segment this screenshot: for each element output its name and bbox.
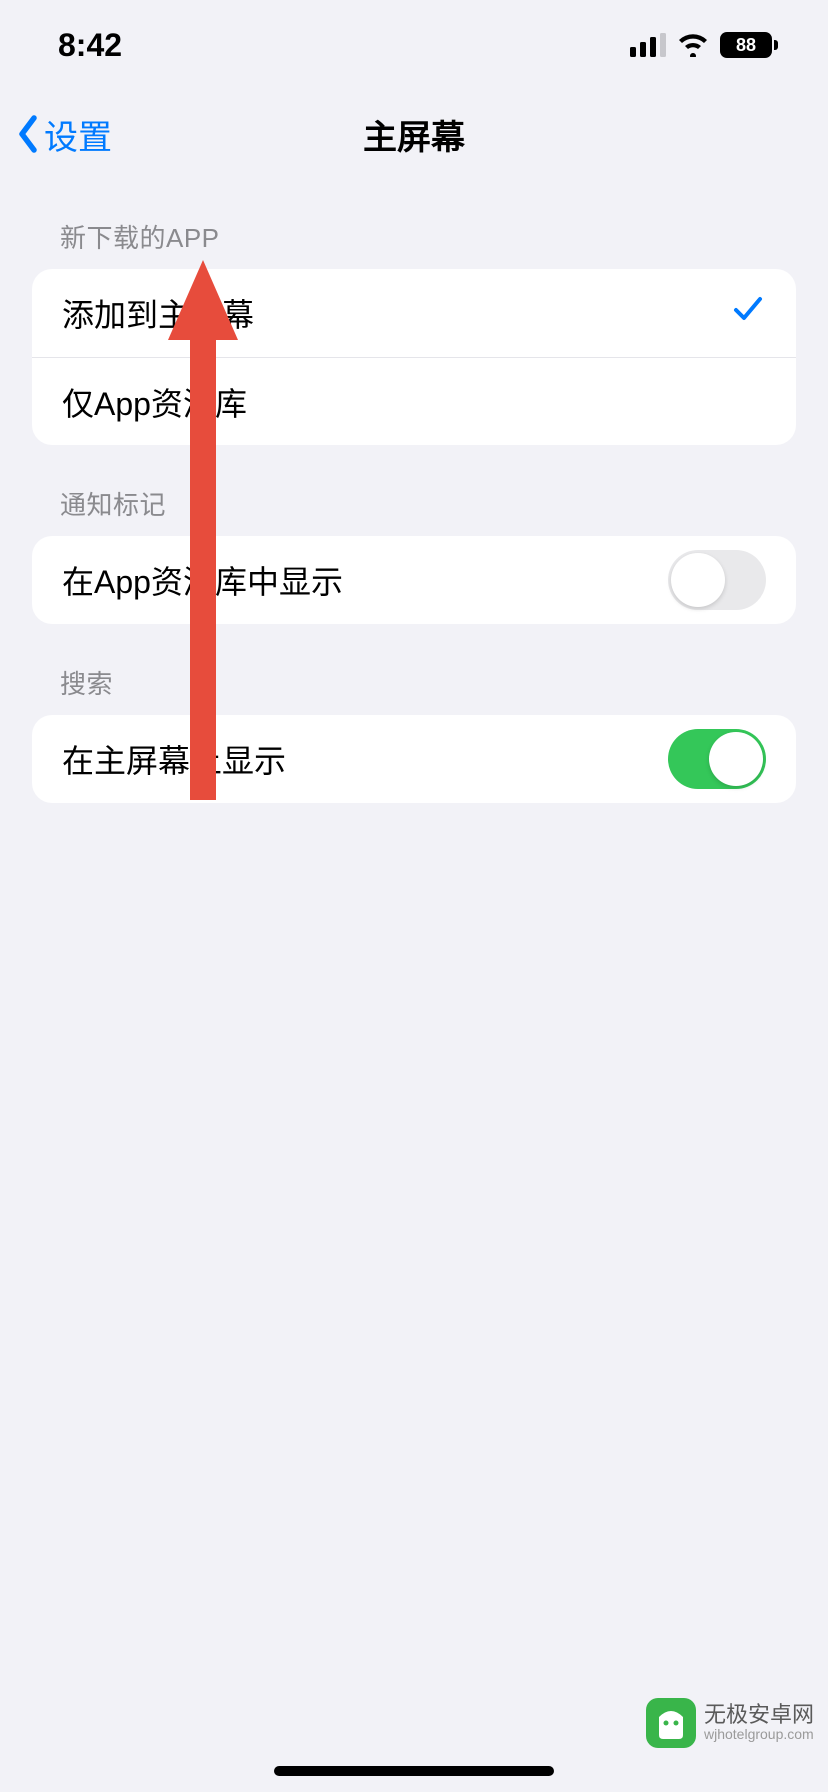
back-label: 设置 (44, 110, 112, 159)
navigation-bar: 设置 主屏幕 (0, 90, 828, 178)
toggle-show-on-home[interactable] (668, 729, 766, 789)
option-label: 仅App资源库 (62, 379, 247, 425)
battery-level: 88 (720, 32, 772, 58)
settings-content: 新下载的APP 添加到主屏幕 仅App资源库 通知标记 在App资源库中显示 搜… (0, 178, 828, 803)
watermark-logo-icon (646, 1698, 696, 1748)
option-add-to-home[interactable]: 添加到主屏幕 (32, 269, 796, 357)
toggle-show-in-library[interactable] (668, 550, 766, 610)
page-title: 主屏幕 (0, 110, 828, 159)
watermark: 无极安卓网 wjhotelgroup.com (646, 1698, 814, 1748)
section-header-badges: 通知标记 (32, 445, 796, 536)
row-label: 在App资源库中显示 (62, 557, 343, 603)
list-group-search: 在主屏幕上显示 (32, 715, 796, 803)
chevron-left-icon (16, 114, 40, 154)
status-bar: 8:42 88 (0, 0, 828, 90)
cellular-signal-icon (630, 33, 666, 57)
watermark-title: 无极安卓网 (704, 1703, 814, 1727)
battery-icon: 88 (720, 32, 778, 58)
checkmark-icon (730, 291, 766, 335)
row-label: 在主屏幕上显示 (62, 736, 286, 782)
row-show-in-library: 在App资源库中显示 (32, 536, 796, 624)
wifi-icon (676, 33, 710, 57)
section-header-search: 搜索 (32, 624, 796, 715)
watermark-url: wjhotelgroup.com (704, 1727, 814, 1742)
option-label: 添加到主屏幕 (62, 290, 254, 336)
row-show-on-home: 在主屏幕上显示 (32, 715, 796, 803)
option-app-library-only[interactable]: 仅App资源库 (32, 357, 796, 445)
back-button[interactable]: 设置 (16, 110, 112, 159)
list-group-new-apps: 添加到主屏幕 仅App资源库 (32, 269, 796, 445)
section-header-new-apps: 新下载的APP (32, 178, 796, 269)
status-indicators: 88 (630, 32, 778, 58)
status-time: 8:42 (58, 27, 122, 64)
home-indicator[interactable] (274, 1766, 554, 1776)
list-group-badges: 在App资源库中显示 (32, 536, 796, 624)
